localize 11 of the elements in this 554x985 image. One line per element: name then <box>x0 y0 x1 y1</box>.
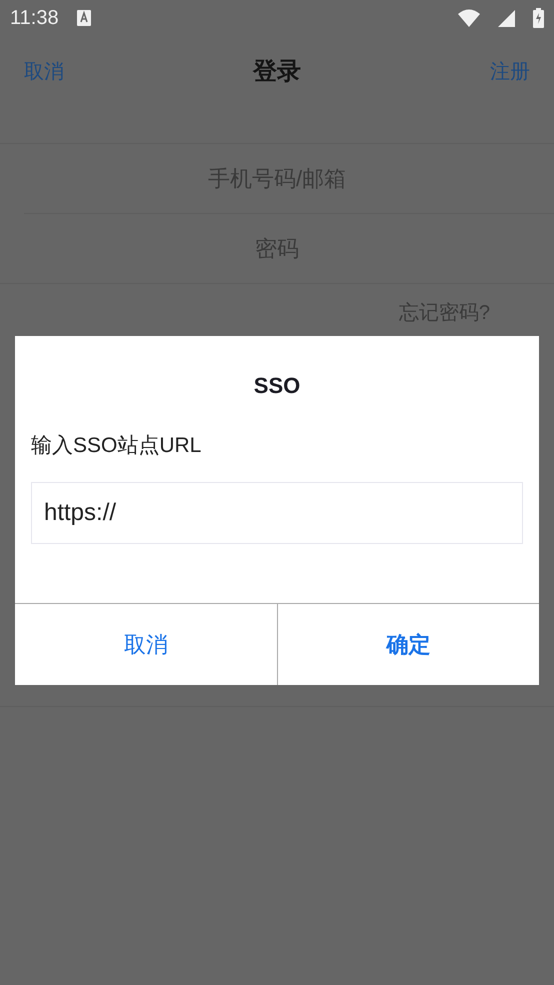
page-title: 登录 <box>253 56 301 86</box>
signal-icon <box>498 10 515 26</box>
confirm-button[interactable]: 确定 <box>276 604 539 685</box>
url-input-field[interactable]: https:// <box>31 482 523 544</box>
wifi-icon <box>458 9 480 27</box>
status-time: 11:38 <box>10 6 59 31</box>
battery-icon <box>533 8 544 28</box>
dialog-label: 输入SSO站点URL <box>31 433 202 459</box>
dialog-title: SSO <box>254 372 300 400</box>
dialog-cancel-button[interactable]: 取消 <box>15 604 276 685</box>
keyboard-notification-icon <box>76 10 91 26</box>
